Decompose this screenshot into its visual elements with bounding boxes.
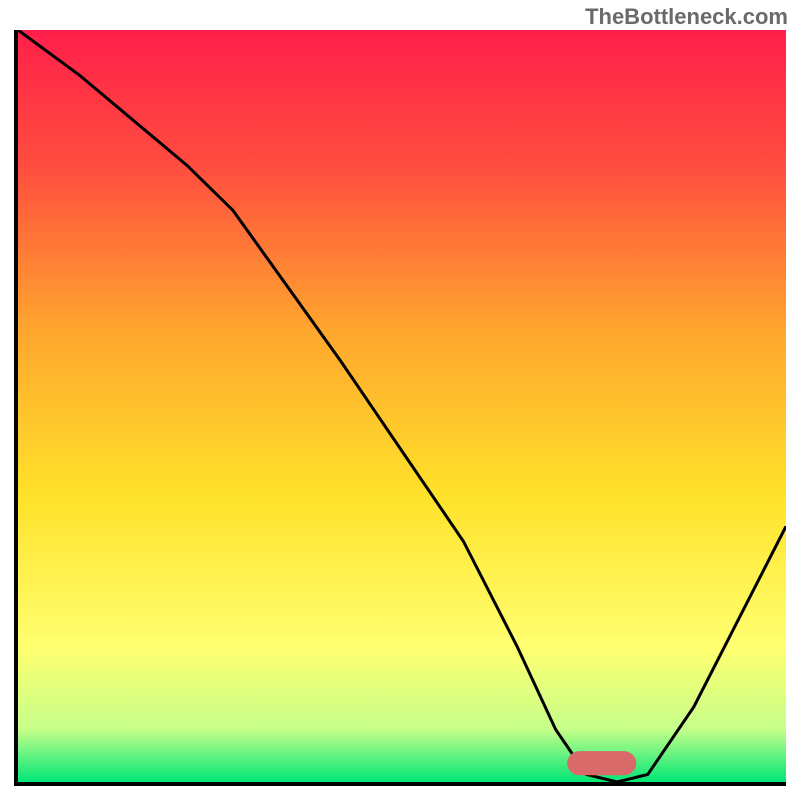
gradient-background [18,30,786,782]
optimum-marker [567,751,636,775]
watermark-text: TheBottleneck.com [585,4,788,30]
chart-plot-area [18,30,786,782]
chart-axes-frame [14,30,786,786]
